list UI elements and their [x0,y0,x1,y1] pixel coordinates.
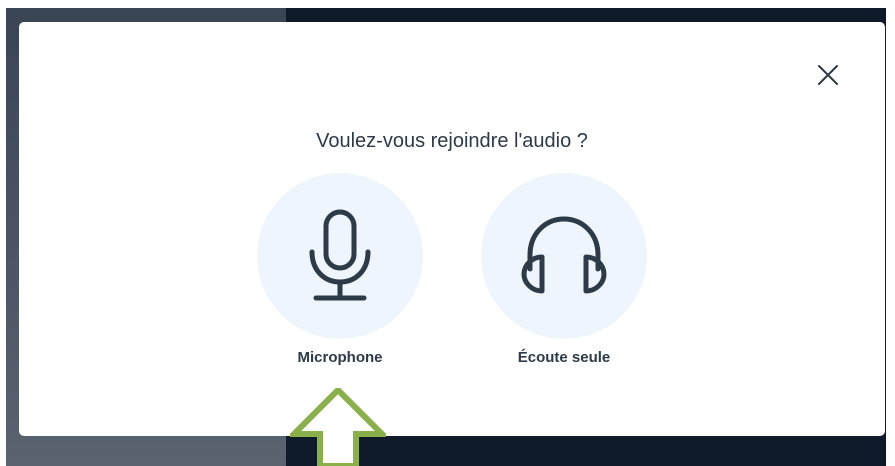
microphone-option-button[interactable]: Microphone [257,173,423,366]
listen-only-label[interactable]: Écoute seule [481,349,647,366]
dialog-title: Voulez-vous rejoindre l'audio ? [316,130,588,152]
close-button[interactable] [816,63,840,87]
listen-only-option-button[interactable]: Écoute seule [481,173,647,366]
microphone-icon[interactable] [300,206,380,306]
microphone-label[interactable]: Microphone [257,349,423,366]
join-audio-modal: Voulez-vous rejoindre l'audio ? Micropho… [19,22,885,436]
headphones-icon[interactable] [516,211,612,301]
listen-only-circle[interactable] [481,173,647,339]
close-icon[interactable] [816,63,840,87]
up-arrow-icon [290,388,386,466]
microphone-circle[interactable] [257,173,423,339]
